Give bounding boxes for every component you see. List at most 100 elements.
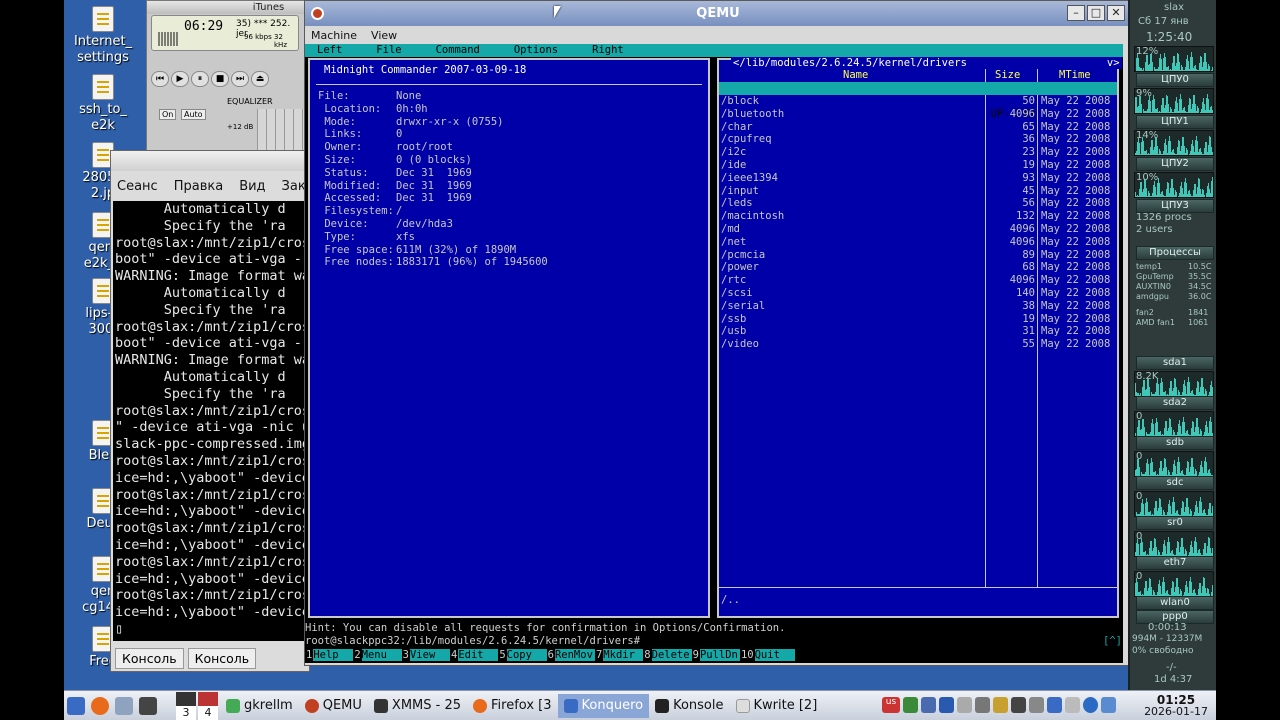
clock[interactable]: 01:25 2026-01-17 xyxy=(1144,694,1208,718)
internet-settings-icon[interactable]: Internet_ settings xyxy=(66,6,140,66)
pager-desktop-3[interactable]: 3 xyxy=(176,705,196,720)
bluetooth-icon[interactable] xyxy=(939,697,954,713)
gk-net-wlan0[interactable]: wlan0 xyxy=(1136,596,1214,610)
tray-app-icon[interactable] xyxy=(1047,697,1062,713)
tray-app-icon[interactable] xyxy=(1101,697,1116,713)
mc-menu-left[interactable]: Left xyxy=(317,44,342,57)
mc-file-row[interactable]: /input 45 May 22 2008 xyxy=(719,185,1117,198)
mc-file-row[interactable]: /ssb 19 May 22 2008 xyxy=(719,313,1117,326)
mc-file-row[interactable]: /cpufreq 36 May 22 2008 xyxy=(719,133,1117,146)
gk-disk-chart[interactable] xyxy=(1134,531,1214,557)
fkey-delete[interactable]: 8 Delete xyxy=(643,649,692,661)
mc-file-row[interactable]: /power 68 May 22 2008 xyxy=(719,261,1117,274)
tray-app-icon[interactable] xyxy=(1065,697,1080,713)
previous-icon[interactable]: ⏮ xyxy=(151,71,169,87)
mc-file-row[interactable]: /net 4096 May 22 2008 xyxy=(719,236,1117,249)
gkrellm-monitor[interactable]: slax Сб 17 янв 1:25:40 12% ЦПУ0 9% ЦПУ1 14% Ц… xyxy=(1128,0,1216,690)
mc-file-row[interactable]: /ieee1394 93 May 22 2008 xyxy=(719,172,1117,185)
tray-app-icon[interactable] xyxy=(1029,697,1044,713)
maximize-icon[interactable]: □ xyxy=(1087,5,1105,21)
kde-menu-icon[interactable] xyxy=(67,696,85,715)
task-kwrite[interactable]: Kwrite [2] xyxy=(730,694,824,718)
mc-menu-right[interactable]: Right xyxy=(592,44,624,57)
col-size[interactable]: Size xyxy=(995,69,1020,81)
task-konsole[interactable]: Konsole xyxy=(649,694,729,718)
konsole-titlebar[interactable] xyxy=(111,151,309,171)
konsole-window[interactable]: Сеанс Правка Вид Заклад Automatically d … xyxy=(110,150,331,672)
mc-file-row[interactable]: /i2c 23 May 22 2008 xyxy=(719,146,1117,159)
desktop-pager[interactable]: 3 4 xyxy=(176,691,220,720)
mc-command-prompt[interactable]: root@slackppc32:/lib/modules/2.6.24.5/ke… xyxy=(305,635,640,647)
mc-file-row[interactable]: /ide 19 May 22 2008 xyxy=(719,159,1117,172)
firefox-launcher-icon[interactable] xyxy=(91,696,109,715)
mc-file-row[interactable]: /leds 56 May 22 2008 xyxy=(719,197,1117,210)
mc-menu-command[interactable]: Command xyxy=(436,44,480,57)
stop-icon[interactable]: ■ xyxy=(211,71,229,87)
mc-file-row[interactable]: /scsi 140 May 22 2008 xyxy=(719,287,1117,300)
fkey-mkdir[interactable]: 7 Mkdir xyxy=(594,649,644,661)
mc-file-row[interactable]: /video 55 May 22 2008 xyxy=(719,338,1117,351)
qemu-window[interactable]: QEMU – □ ✕ Machine View Left File Comman… xyxy=(304,0,1132,666)
mc-file-row[interactable]: /char 65 May 22 2008 xyxy=(719,121,1117,134)
menu-view[interactable]: Вид xyxy=(239,179,265,194)
mc-file-row[interactable]: /block 50 May 22 2008 xyxy=(719,95,1117,108)
mc-menu-options[interactable]: Options xyxy=(514,44,558,57)
fkey-renmov[interactable]: 6 RenMov xyxy=(546,649,595,661)
keyboard-layout-flag-icon[interactable]: us xyxy=(882,697,900,713)
gk-disk-label[interactable]: sdb xyxy=(1136,436,1214,450)
close-icon[interactable]: ✕ xyxy=(1107,5,1125,21)
fkey-pulldn[interactable]: 9 PullDn xyxy=(691,649,740,661)
guest-display[interactable]: Left File Command Options Right Midnight… xyxy=(305,44,1123,663)
pager-desktop-4[interactable]: 4 xyxy=(198,705,218,720)
eq-on-button[interactable]: On xyxy=(159,109,177,120)
network-icon[interactable] xyxy=(903,697,918,713)
menu-edit[interactable]: Правка xyxy=(174,179,223,194)
gk-cpu-label[interactable]: ЦПУ1 xyxy=(1136,115,1214,129)
task-konqueror[interactable]: Konquero xyxy=(557,693,650,718)
mc-left-panel[interactable]: Midnight Commander 2007-03-09-18 File: No… xyxy=(308,58,710,618)
task-xmms[interactable]: XMMS - 25 xyxy=(368,694,467,718)
mc-file-row[interactable]: /macintosh 132 May 22 2008 xyxy=(719,210,1117,223)
mc-file-row[interactable]: /serial 38 May 22 2008 xyxy=(719,300,1117,313)
col-mtime[interactable]: MTime xyxy=(1059,69,1091,81)
next-icon[interactable]: ⏭ xyxy=(231,71,249,87)
minimize-icon[interactable]: – xyxy=(1067,5,1085,21)
mc-right-panel[interactable]: </lib/modules/2.6.24.5/kernel/drivers v> … xyxy=(717,57,1122,618)
ssh-to-e2k-icon[interactable]: ssh_to_ e2k xyxy=(66,74,140,134)
hp-icon[interactable] xyxy=(1083,697,1098,713)
terminal-launcher-icon[interactable] xyxy=(139,696,157,715)
gk-procs-label[interactable]: Процессы xyxy=(1136,246,1214,260)
gk-cpu-label[interactable]: ЦПУ2 xyxy=(1136,157,1214,171)
fkey-help[interactable]: 1 Help xyxy=(305,649,354,661)
tray-app-icon[interactable] xyxy=(1011,697,1026,713)
fkey-edit[interactable]: 4 Edit xyxy=(449,649,499,661)
konsole-tab-1[interactable]: Консоль xyxy=(115,647,184,669)
mc-updir-row[interactable]: /.. UP--DIR xyxy=(719,82,1117,120)
panel-right-arrow[interactable]: v> xyxy=(967,57,1120,69)
gk-cpu-label[interactable]: ЦПУ0 xyxy=(1136,73,1214,87)
tray-app-icon[interactable] xyxy=(957,697,972,713)
fkey-view[interactable]: 3 View xyxy=(401,649,450,661)
task-qemu[interactable]: QEMU xyxy=(299,694,368,718)
gk-disk-label[interactable]: sda2 xyxy=(1136,396,1214,410)
tray-app-icon[interactable] xyxy=(993,697,1008,713)
gk-disk-chart[interactable] xyxy=(1134,411,1214,437)
gk-disk-chart[interactable] xyxy=(1134,571,1214,597)
klipper-icon[interactable] xyxy=(921,697,936,713)
play-icon[interactable]: ▶ xyxy=(171,71,189,87)
mc-file-row[interactable]: /usb 31 May 22 2008 xyxy=(719,325,1117,338)
settings-launcher-icon[interactable] xyxy=(115,696,133,715)
pager-desktop-2[interactable] xyxy=(198,691,218,706)
gk-cpu-label[interactable]: ЦПУ3 xyxy=(1136,199,1214,213)
mc-file-row[interactable]: /md 4096 May 22 2008 xyxy=(719,223,1117,236)
gk-disk-label[interactable]: sdc xyxy=(1136,476,1214,490)
gk-disk-chart[interactable] xyxy=(1134,491,1214,517)
menu-session[interactable]: Сеанс xyxy=(117,179,158,194)
gk-disk-label[interactable]: sr0 xyxy=(1136,516,1214,530)
eject-icon[interactable]: ⏏ xyxy=(251,71,269,87)
konsole-tab-2[interactable]: Консоль xyxy=(187,647,257,669)
qemu-titlebar[interactable]: QEMU – □ ✕ xyxy=(305,1,1131,26)
col-name[interactable]: Name xyxy=(843,69,868,81)
task-gkrellm[interactable]: gkrellm xyxy=(220,694,299,718)
task-firefox[interactable]: Firefox [3 xyxy=(467,694,558,718)
